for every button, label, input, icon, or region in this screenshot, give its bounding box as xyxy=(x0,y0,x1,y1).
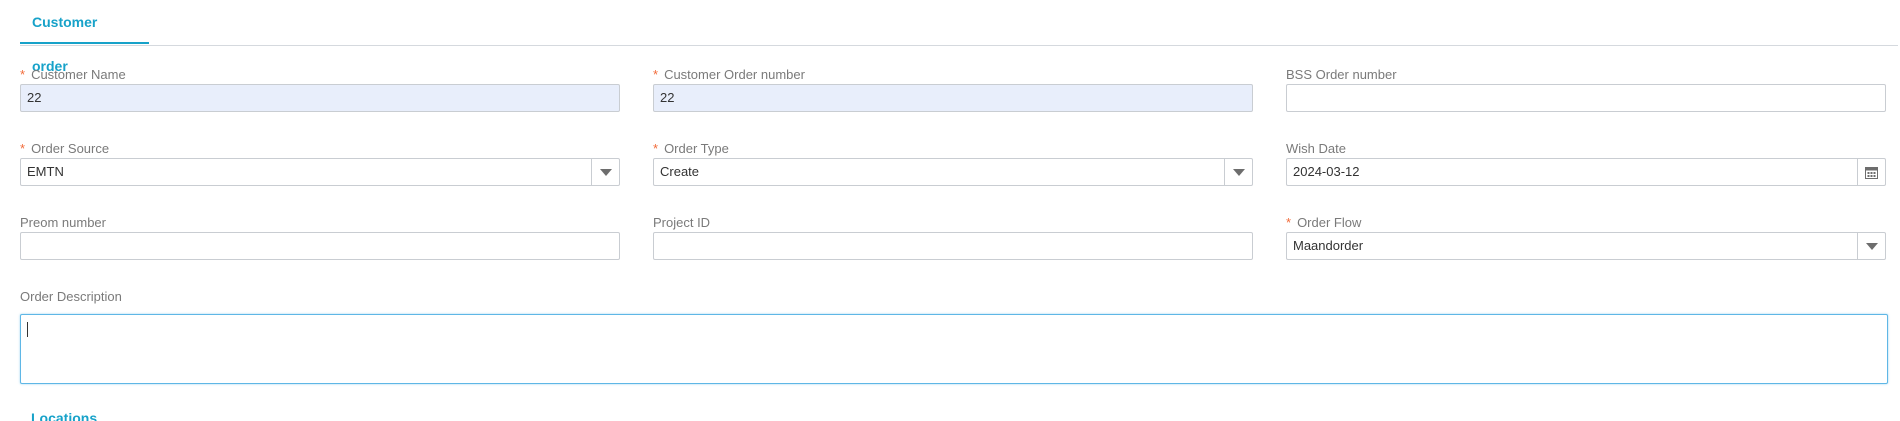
order-type-label: * Order Type xyxy=(653,141,729,156)
order-source-label: * Order Source xyxy=(20,141,110,156)
text-cursor xyxy=(27,322,28,337)
customer-order-number-input[interactable]: 22 xyxy=(653,84,1253,112)
order-source-value: EMTN xyxy=(27,164,64,179)
order-type-value: Create xyxy=(660,164,700,179)
order-source-select[interactable]: EMTN xyxy=(20,158,620,186)
required-marker: * xyxy=(20,141,26,156)
required-marker: * xyxy=(20,67,26,82)
bss-order-number-label: BSS Order number xyxy=(1286,67,1397,82)
caret-down-icon[interactable] xyxy=(1224,159,1252,185)
caret-down-icon[interactable] xyxy=(591,159,619,185)
required-marker: * xyxy=(653,141,659,156)
tab-customer-order[interactable]: Customer order xyxy=(20,0,149,74)
order-flow-select[interactable]: Maandorder xyxy=(1286,232,1886,260)
wish-date-input[interactable]: 2024-03-12 xyxy=(1286,158,1886,186)
locations-section-title[interactable]: Locations xyxy=(31,410,97,421)
customer-order-page: Customer order * Customer Name 22 * Custom… xyxy=(0,0,1900,421)
tab-bar: Customer order xyxy=(20,0,1898,74)
wish-date-label: Wish Date xyxy=(1286,141,1346,156)
customer-name-input[interactable]: 22 xyxy=(20,84,620,112)
customer-name-label: * Customer Name xyxy=(20,67,126,82)
order-description-textarea[interactable] xyxy=(20,314,1888,384)
required-marker: * xyxy=(1286,215,1292,230)
preom-number-label: Preom number xyxy=(20,215,106,230)
order-flow-value: Maandorder xyxy=(1293,238,1364,253)
calendar-icon[interactable] xyxy=(1857,159,1885,185)
order-flow-label: * Order Flow xyxy=(1286,215,1362,230)
customer-order-number-label: * Customer Order number xyxy=(653,67,805,82)
caret-down-icon[interactable] xyxy=(1857,233,1885,259)
order-type-select[interactable]: Create xyxy=(653,158,1253,186)
wish-date-value: 2024-03-12 xyxy=(1293,164,1360,179)
project-id-input[interactable] xyxy=(653,232,1253,260)
preom-number-input[interactable] xyxy=(20,232,620,260)
order-description-label: Order Description xyxy=(20,289,122,304)
project-id-label: Project ID xyxy=(653,215,711,230)
bss-order-number-input[interactable] xyxy=(1286,84,1886,112)
required-marker: * xyxy=(653,67,659,82)
